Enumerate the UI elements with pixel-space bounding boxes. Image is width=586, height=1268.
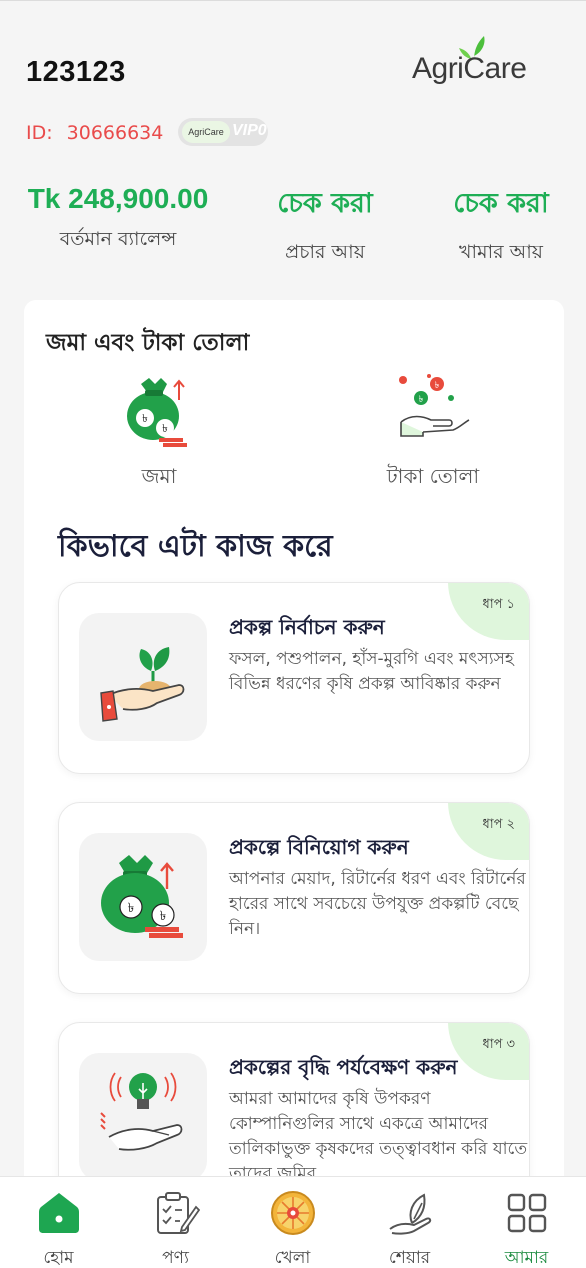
wallet-title: জমা এবং টাকা তোলা (46, 330, 250, 356)
user-id-row: ID: 30666634 (26, 118, 163, 148)
nav-item-products[interactable]: পণ্য (117, 1177, 234, 1268)
farm-income-value[interactable]: চেক করা (428, 183, 574, 228)
deposit-label: জমা (141, 464, 177, 488)
step-tag: ধাপ ৩ (482, 1037, 515, 1052)
grid-icon (507, 1193, 546, 1233)
agricare-logo: AgriCare (412, 34, 542, 90)
main-card: জমা এবং টাকা তোলা ৳ ৳ জমা ৳ ৳ টাকা তোলা … (24, 300, 564, 1214)
svg-text:৳: ৳ (160, 909, 166, 924)
nav-label-mine: আমার (504, 1248, 549, 1268)
seedling-hand-icon (100, 647, 185, 722)
step-image: ৳ ৳ (79, 833, 207, 961)
vip-level: VIP0 (232, 122, 267, 139)
nav-item-game[interactable]: খেলা (234, 1177, 351, 1268)
nav-item-home[interactable]: হোম (0, 1177, 117, 1268)
nav-item-share[interactable]: শেয়ার (351, 1177, 468, 1268)
farm-income-stat[interactable]: চেক করা খামার আয় (428, 183, 574, 270)
balance-label: বর্তমান ব্যালেন্স (59, 228, 177, 250)
step-title: প্রকল্পের বৃদ্ধি পর্যবেক্ষণ করুন (229, 1055, 458, 1079)
nav-label-home: হোম (43, 1248, 74, 1268)
nav-item-mine[interactable]: আমার (468, 1177, 585, 1268)
lightbulb-hand-icon (100, 1072, 183, 1151)
nav-label-products: পণ্য (162, 1248, 189, 1268)
step-card[interactable]: ধাপ ১ প্রকল্প নির্বাচন করুন ফসল, পশুপালন… (58, 582, 530, 774)
step-image (79, 613, 207, 741)
step-tag: ধাপ ২ (482, 817, 515, 832)
nav-label-game: খেলা (274, 1248, 311, 1268)
step-image (79, 1053, 207, 1181)
step-title: প্রকল্প নির্বাচন করুন (229, 615, 385, 639)
step-card[interactable]: ধাপ ২ ৳ ৳ প্রকল্পে বিনিয়োগ করুন আপনার ম… (58, 802, 530, 994)
home-icon (38, 1193, 79, 1233)
step-tag: ধাপ ১ (482, 597, 515, 612)
promotion-income-label: প্রচার আয় (285, 241, 365, 263)
money-bag-icon: ৳ ৳ (101, 855, 183, 938)
deposit-button[interactable]: ৳ ৳ জমা (74, 370, 244, 495)
coins-hand-icon: ৳ ৳ (399, 374, 470, 437)
money-bag-icon: ৳ ৳ (127, 378, 187, 447)
withdraw-label: টাকা তোলা (386, 464, 480, 488)
brand-name: AgriCare (412, 52, 527, 85)
wheel-icon (270, 1191, 315, 1235)
clipboard-pen-icon (156, 1192, 200, 1234)
svg-text:৳: ৳ (128, 901, 134, 916)
step-description: ফসল, পশুপালন, হাঁস-মুরগি এবং মৎস্যসহ বিভ… (229, 649, 514, 694)
balance-value: Tk 248,900.00 (27, 183, 209, 214)
step-description: আমরা আমাদের কৃষি উপকরণ কোম্পানিগুলির সাথ… (229, 1089, 528, 1184)
share-hand-icon (388, 1193, 431, 1235)
bottom-nav: হোম পণ্য খেলা শেয়ার আমার (0, 1176, 586, 1268)
farm-income-label: খামার আয় (459, 241, 543, 263)
promotion-income-stat[interactable]: চেক করা প্রচার আয় (250, 183, 400, 270)
promotion-income-value[interactable]: চেক করা (250, 183, 400, 228)
balance-stat: Tk 248,900.00 বর্তমান ব্যালেন্স (20, 183, 216, 257)
step-description: আপনার মেয়াদ, রিটার্নের ধরণ এবং রিটার্নে… (229, 869, 526, 939)
svg-text:৳: ৳ (142, 412, 147, 425)
svg-text:৳: ৳ (419, 395, 424, 405)
svg-text:৳: ৳ (162, 422, 167, 435)
how-it-works-title: কিভাবে এটা কাজ করে (58, 529, 333, 564)
id-value: 30666634 (66, 122, 164, 144)
id-label: ID: (26, 122, 53, 144)
nav-label-share: শেয়ার (388, 1248, 431, 1268)
top-divider (0, 0, 586, 1)
step-title: প্রকল্পে বিনিয়োগ করুন (229, 835, 409, 859)
vip-badge[interactable]: AgriCare VIP0 (178, 118, 268, 146)
vip-logo: AgriCare (182, 121, 230, 143)
withdraw-button[interactable]: ৳ ৳ টাকা তোলা (348, 370, 518, 495)
username: 123123 (26, 56, 126, 88)
svg-text:৳: ৳ (435, 381, 440, 391)
